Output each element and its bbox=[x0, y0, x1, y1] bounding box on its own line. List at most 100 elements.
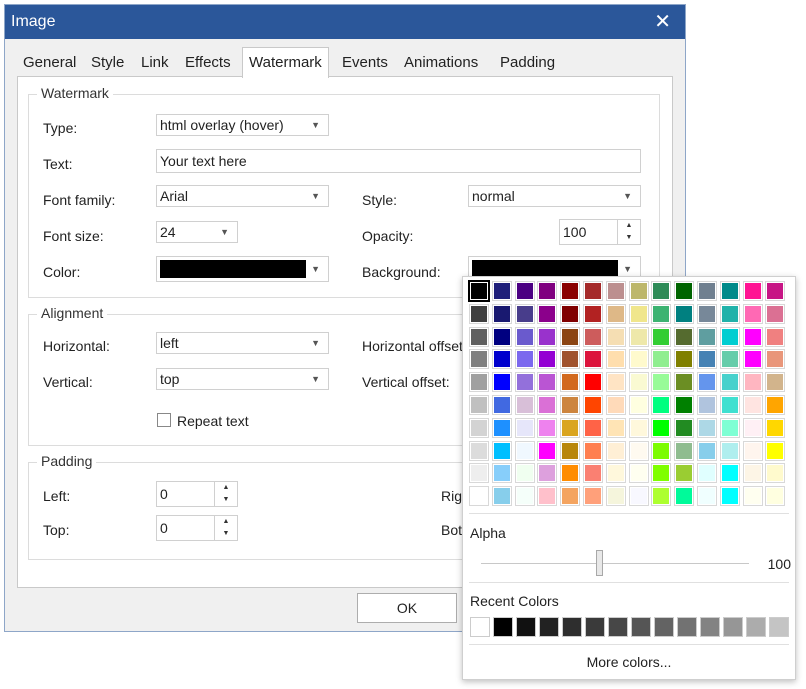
close-icon[interactable]: ✕ bbox=[654, 9, 671, 34]
palette-color-swatch[interactable] bbox=[560, 326, 581, 347]
palette-color-swatch[interactable] bbox=[697, 463, 717, 484]
palette-color-swatch[interactable] bbox=[765, 372, 786, 393]
palette-color-swatch[interactable] bbox=[514, 372, 535, 393]
recent-color-swatch[interactable] bbox=[470, 617, 490, 637]
palette-color-swatch[interactable] bbox=[697, 303, 717, 324]
palette-color-swatch[interactable] bbox=[765, 395, 786, 415]
recent-color-swatch[interactable] bbox=[562, 617, 582, 637]
palette-color-swatch[interactable] bbox=[697, 326, 717, 347]
palette-color-swatch[interactable] bbox=[651, 395, 672, 415]
repeat-text-checkbox[interactable] bbox=[157, 413, 171, 427]
ok-button[interactable]: OK bbox=[357, 593, 457, 623]
palette-color-swatch[interactable] bbox=[765, 463, 786, 484]
recent-color-swatch[interactable] bbox=[769, 617, 789, 637]
palette-color-swatch[interactable] bbox=[697, 349, 717, 370]
palette-color-swatch[interactable] bbox=[651, 349, 672, 370]
palette-color-swatch[interactable] bbox=[605, 486, 626, 507]
palette-color-swatch[interactable] bbox=[491, 395, 512, 415]
palette-color-swatch[interactable] bbox=[674, 303, 695, 324]
palette-color-swatch[interactable] bbox=[765, 326, 786, 347]
padding-left-stepper-buttons[interactable]: ▲ ▼ bbox=[214, 482, 237, 506]
palette-color-swatch[interactable] bbox=[742, 281, 763, 301]
palette-color-swatch[interactable] bbox=[514, 486, 535, 507]
palette-color-swatch[interactable] bbox=[674, 463, 695, 484]
palette-color-swatch[interactable] bbox=[628, 326, 649, 347]
palette-color-swatch[interactable] bbox=[697, 486, 717, 507]
palette-color-swatch[interactable] bbox=[651, 372, 672, 393]
palette-color-swatch[interactable] bbox=[469, 303, 489, 324]
palette-color-swatch[interactable] bbox=[537, 281, 558, 301]
palette-color-swatch[interactable] bbox=[765, 486, 786, 507]
caret-up-icon[interactable]: ▲ bbox=[215, 516, 237, 528]
palette-color-swatch[interactable] bbox=[469, 463, 489, 484]
palette-color-swatch[interactable] bbox=[628, 486, 649, 507]
palette-color-swatch[interactable] bbox=[491, 326, 512, 347]
palette-color-swatch[interactable] bbox=[537, 326, 558, 347]
recent-color-swatch[interactable] bbox=[746, 617, 766, 637]
palette-color-swatch[interactable] bbox=[491, 463, 512, 484]
palette-color-swatch[interactable] bbox=[514, 303, 535, 324]
palette-color-swatch[interactable] bbox=[537, 463, 558, 484]
palette-color-swatch[interactable] bbox=[514, 463, 535, 484]
palette-color-swatch[interactable] bbox=[537, 349, 558, 370]
palette-color-swatch[interactable] bbox=[765, 417, 786, 438]
tab-events[interactable]: Events bbox=[336, 49, 394, 77]
alpha-slider-track[interactable] bbox=[481, 563, 749, 564]
palette-color-swatch[interactable] bbox=[560, 440, 581, 461]
palette-color-swatch[interactable] bbox=[491, 303, 512, 324]
palette-color-swatch[interactable] bbox=[674, 372, 695, 393]
palette-color-swatch[interactable] bbox=[605, 281, 626, 301]
padding-top-stepper-buttons[interactable]: ▲ ▼ bbox=[214, 516, 237, 540]
palette-color-swatch[interactable] bbox=[469, 395, 489, 415]
palette-color-swatch[interactable] bbox=[469, 486, 489, 507]
palette-color-swatch[interactable] bbox=[560, 463, 581, 484]
palette-color-swatch[interactable] bbox=[628, 440, 649, 461]
palette-color-swatch[interactable] bbox=[697, 417, 717, 438]
palette-color-swatch[interactable] bbox=[469, 417, 489, 438]
palette-color-swatch[interactable] bbox=[742, 349, 763, 370]
tab-link[interactable]: Link bbox=[135, 49, 175, 77]
type-select[interactable]: html overlay (hover) ▼ bbox=[156, 114, 329, 136]
palette-color-swatch[interactable] bbox=[765, 440, 786, 461]
palette-color-swatch[interactable] bbox=[674, 349, 695, 370]
palette-color-swatch[interactable] bbox=[742, 463, 763, 484]
palette-color-swatch[interactable] bbox=[514, 349, 535, 370]
palette-color-swatch[interactable] bbox=[514, 395, 535, 415]
palette-color-swatch[interactable] bbox=[674, 486, 695, 507]
palette-color-swatch[interactable] bbox=[719, 463, 740, 484]
palette-color-swatch[interactable] bbox=[605, 417, 626, 438]
palette-color-swatch[interactable] bbox=[719, 372, 740, 393]
palette-color-swatch[interactable] bbox=[697, 395, 717, 415]
palette-color-swatch[interactable] bbox=[719, 486, 740, 507]
tab-effects[interactable]: Effects bbox=[179, 49, 237, 77]
palette-color-swatch[interactable] bbox=[674, 440, 695, 461]
palette-color-swatch[interactable] bbox=[491, 372, 512, 393]
palette-color-swatch[interactable] bbox=[560, 281, 581, 301]
palette-color-swatch[interactable] bbox=[537, 486, 558, 507]
palette-color-swatch[interactable] bbox=[469, 326, 489, 347]
palette-color-swatch[interactable] bbox=[537, 417, 558, 438]
opacity-stepper-buttons[interactable]: ▲ ▼ bbox=[617, 220, 640, 244]
font-size-select[interactable]: 24 ▼ bbox=[156, 221, 238, 243]
palette-color-swatch[interactable] bbox=[605, 349, 626, 370]
palette-color-swatch[interactable] bbox=[560, 486, 581, 507]
palette-color-swatch[interactable] bbox=[765, 349, 786, 370]
palette-color-swatch[interactable] bbox=[560, 372, 581, 393]
tab-watermark[interactable]: Watermark bbox=[242, 47, 329, 78]
recent-color-swatch[interactable] bbox=[585, 617, 605, 637]
palette-color-swatch[interactable] bbox=[583, 417, 603, 438]
palette-color-swatch[interactable] bbox=[605, 372, 626, 393]
palette-color-swatch[interactable] bbox=[719, 349, 740, 370]
palette-color-swatch[interactable] bbox=[719, 395, 740, 415]
font-family-select[interactable]: Arial ▼ bbox=[156, 185, 329, 207]
palette-color-swatch[interactable] bbox=[674, 417, 695, 438]
horizontal-select[interactable]: left ▼ bbox=[156, 332, 329, 354]
palette-color-swatch[interactable] bbox=[742, 303, 763, 324]
palette-color-swatch[interactable] bbox=[742, 326, 763, 347]
recent-color-swatch[interactable] bbox=[700, 617, 720, 637]
palette-color-swatch[interactable] bbox=[742, 486, 763, 507]
palette-color-swatch[interactable] bbox=[469, 349, 489, 370]
caret-up-icon[interactable]: ▲ bbox=[618, 220, 640, 232]
palette-color-swatch[interactable] bbox=[537, 303, 558, 324]
palette-color-swatch[interactable] bbox=[605, 463, 626, 484]
